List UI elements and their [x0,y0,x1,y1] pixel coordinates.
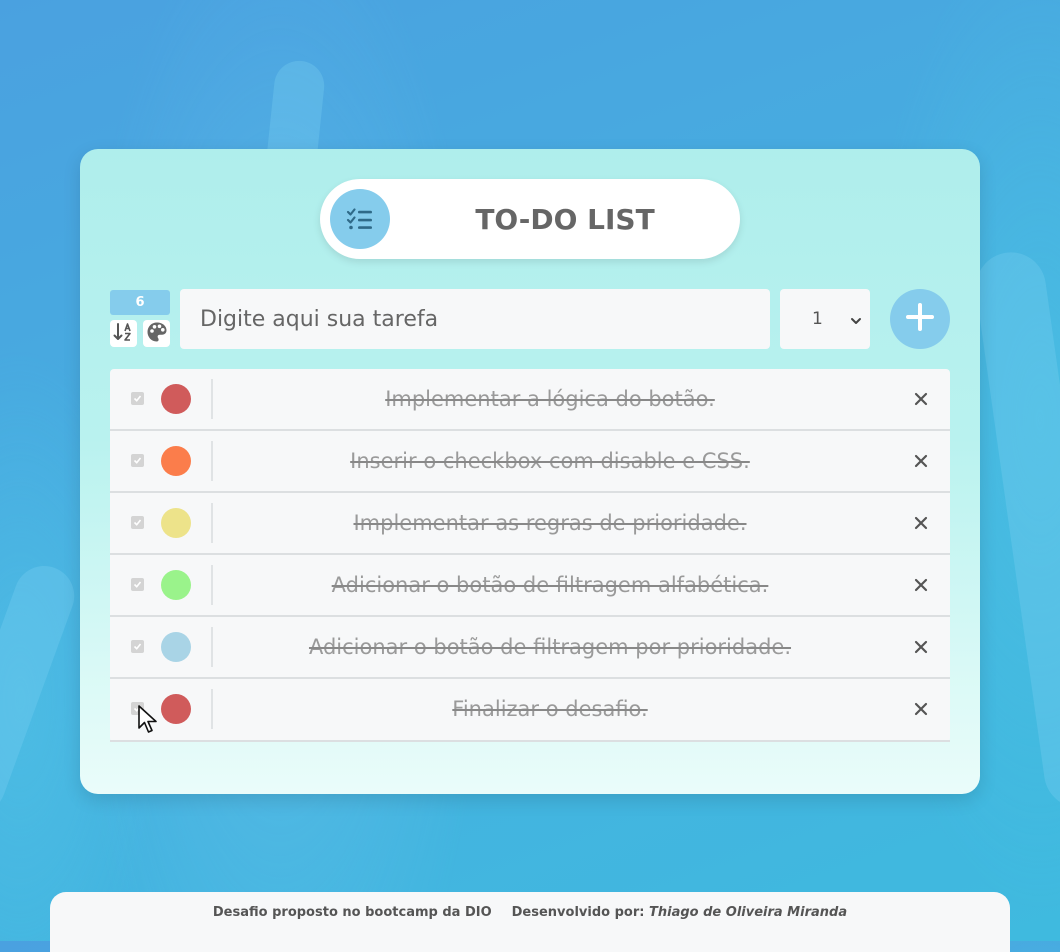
footer-developer-label: Desenvolvido por: [511,905,645,920]
priority-select[interactable]: 1 [780,289,870,349]
checklist-icon [330,189,390,249]
close-icon[interactable] [912,514,930,532]
task-input[interactable] [180,289,770,349]
task-text: Adicionar o botão de filtragem por prior… [308,635,792,659]
close-icon[interactable] [912,452,930,470]
task-checkbox[interactable] [131,640,144,653]
footer: Desafio proposto no bootcamp da DIO Dese… [50,892,1010,952]
task-row: Implementar a lógica do botão. [110,369,950,431]
priority-dot [161,694,191,724]
mouse-cursor-icon [137,704,163,740]
sort-alpha-button[interactable] [110,320,137,347]
close-icon[interactable] [912,638,930,656]
priority-dot [161,446,191,476]
task-row: Implementar as regras de prioridade. [110,493,950,555]
divider [211,689,213,729]
footer-developer: Desenvolvido por: Thiago de Oliveira Mir… [512,905,847,920]
divider [211,627,213,667]
divider [211,503,213,543]
task-row: Adicionar o botão de filtragem alfabétic… [110,555,950,617]
task-row: Inserir o checkbox com disable e CSS. [110,431,950,493]
task-row: Finalizar o desafio. [110,679,950,742]
task-checkbox[interactable] [131,516,144,529]
sort-alpha-icon [113,322,135,346]
task-text: Finalizar o desafio. [452,697,648,721]
add-task-button[interactable] [890,289,950,349]
priority-dot [161,632,191,662]
footer-credit: Desafio proposto no bootcamp da DIO [212,905,492,920]
task-list: Implementar a lógica do botão. Inserir o… [110,369,950,742]
page-title: TO-DO LIST [475,202,655,236]
divider [211,441,213,481]
task-checkbox[interactable] [131,578,144,591]
background-streak [971,247,1060,813]
divider [211,379,213,419]
divider [211,565,213,605]
plus-icon [905,302,935,336]
priority-dot [161,384,191,414]
task-text: Implementar as regras de prioridade. [353,511,747,535]
task-text: Implementar a lógica do botão. [385,387,715,411]
chevron-down-icon [850,311,862,330]
background-streak [0,557,83,823]
color-filter-button[interactable] [143,320,170,347]
close-icon[interactable] [912,576,930,594]
close-icon[interactable] [912,390,930,408]
palette-icon [146,321,168,347]
task-checkbox[interactable] [131,392,144,405]
footer-author: Thiago de Oliveira Miranda [649,905,848,920]
priority-dot [161,508,191,538]
todo-card: TO-DO LIST 6 1 [80,149,980,794]
task-text: Inserir o checkbox com disable e CSS. [350,449,750,473]
task-row: Adicionar o botão de filtragem por prior… [110,617,950,679]
priority-dot [161,570,191,600]
close-icon[interactable] [912,700,930,718]
task-checkbox[interactable] [131,454,144,467]
priority-value: 1 [812,309,823,329]
title-pill: TO-DO LIST [320,179,740,259]
task-text: Adicionar o botão de filtragem alfabétic… [331,573,769,597]
task-count-badge: 6 [110,290,170,315]
